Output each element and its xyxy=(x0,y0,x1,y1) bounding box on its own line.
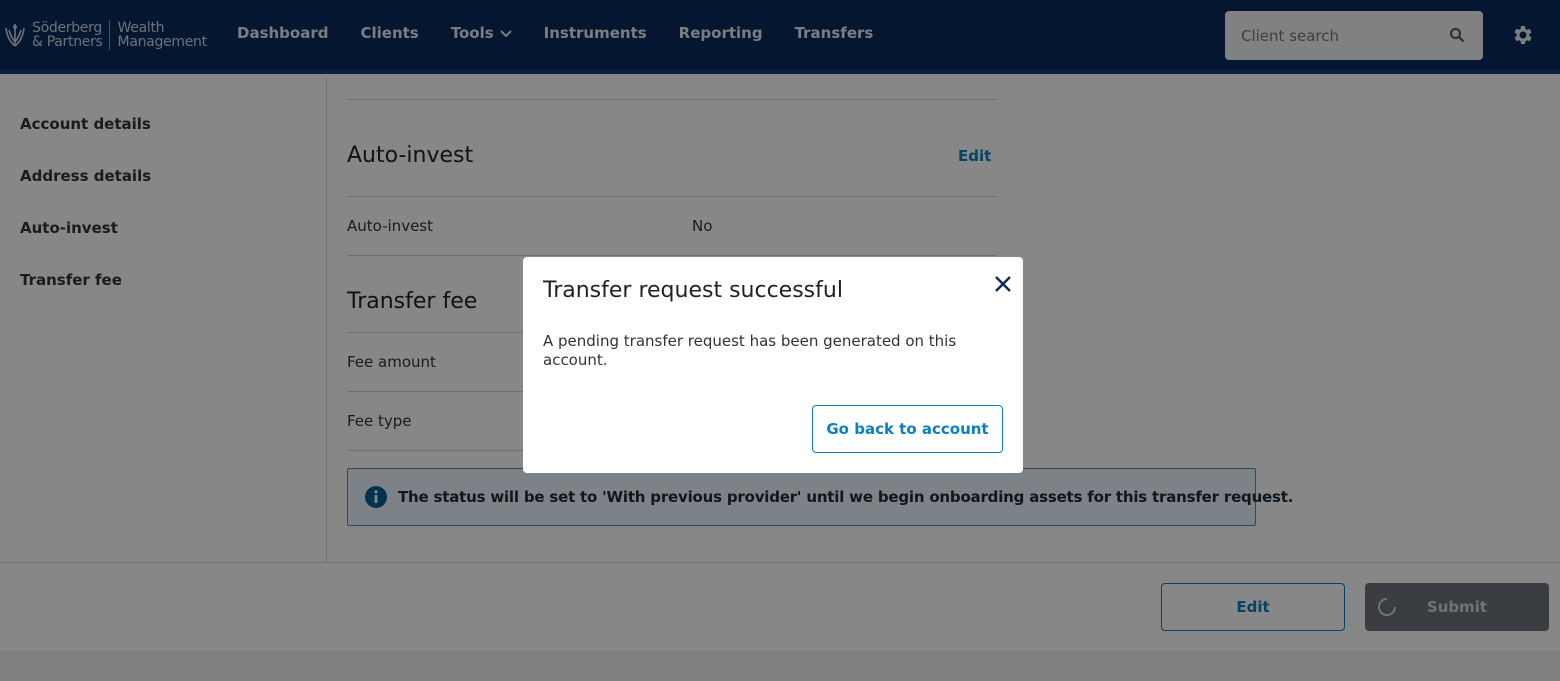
dialog-message: A pending transfer request has been gene… xyxy=(543,332,957,369)
close-icon[interactable] xyxy=(993,274,1013,294)
go-back-to-account-button[interactable]: Go back to account xyxy=(812,405,1003,453)
dialog-title: Transfer request successful xyxy=(543,278,843,303)
transfer-success-dialog: Transfer request successful A pending tr… xyxy=(523,257,1023,473)
